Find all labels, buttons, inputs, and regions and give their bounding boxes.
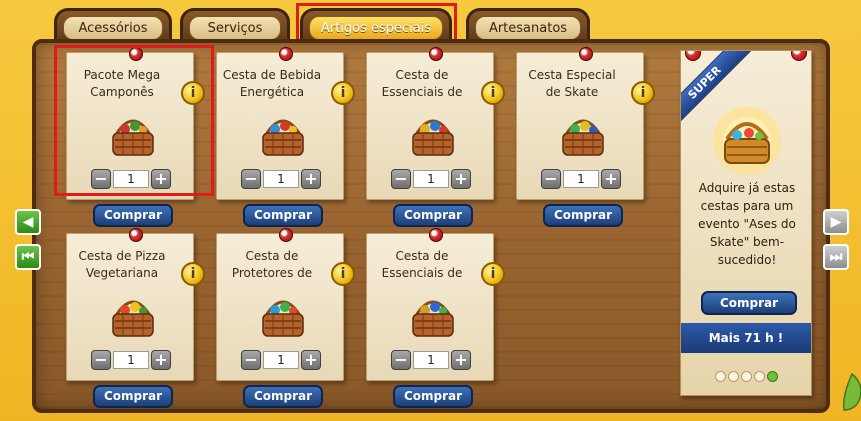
active-tab-highlight [296,3,457,43]
pagination-dot[interactable] [766,371,778,382]
increase-quantity-button[interactable]: + [601,169,621,189]
increase-quantity-button[interactable]: + [301,169,321,189]
info-icon[interactable]: i [331,81,355,105]
promo-description: Adquire já estas cestas para um evento "… [698,181,796,267]
basket-icon [562,119,604,156]
product-card: Cesta de Pizza Vegetariana i − 1 + Compr… [66,228,205,408]
next-page-button[interactable]: ▶ [823,209,849,235]
pin-icon [579,47,593,61]
quantity-field[interactable]: 1 [413,351,449,369]
decrease-quantity-button[interactable]: − [541,169,561,189]
pagination-dot[interactable] [714,371,726,382]
tab-label: Artesanatos [475,16,581,40]
info-icon[interactable]: i [181,262,205,286]
basket-icon [262,119,304,156]
decrease-quantity-button[interactable]: − [391,169,411,189]
decrease-quantity-button[interactable]: − [91,350,111,370]
product-title: Cesta de Protetores de Pul... [231,249,313,280]
first-page-button[interactable]: ⏮ [15,244,41,270]
buy-button[interactable]: Comprar [393,204,473,227]
quantity-field[interactable]: 1 [113,351,149,369]
quantity-field[interactable]: 1 [263,351,299,369]
info-icon[interactable]: i [331,262,355,286]
product-card: Cesta de Bebida Energética i − 1 + Compr… [216,47,355,227]
product-title: Cesta de Essenciais de Tar... [381,249,463,280]
quantity-stepper: − 1 + [241,350,321,370]
quantity-stepper: − 1 + [91,350,171,370]
buy-button[interactable]: Comprar [543,204,623,227]
product-title: Cesta de Essenciais de Ska... [381,68,463,99]
increase-quantity-button[interactable]: + [301,350,321,370]
product-title: Cesta de Bebida Energética [222,68,322,99]
quantity-field[interactable]: 1 [263,170,299,188]
tab-acessorios[interactable]: Acessórios [54,8,172,42]
decrease-quantity-button[interactable]: − [241,350,261,370]
prev-page-button[interactable]: ◀ [15,209,41,235]
tab-servicos[interactable]: Serviços [180,8,290,42]
promo-timer: Mais 71 h ! [681,323,811,353]
increase-quantity-button[interactable]: + [151,350,171,370]
info-icon[interactable]: i [481,262,505,286]
selected-product-highlight [54,45,214,196]
quantity-stepper: − 1 + [391,169,471,189]
quantity-field[interactable]: 1 [413,170,449,188]
tab-label: Serviços [189,16,281,40]
buy-button[interactable]: Comprar [243,204,323,227]
buy-button[interactable]: Comprar [93,385,173,408]
increase-quantity-button[interactable]: + [451,169,471,189]
promo-panel: SUPER Adquire já estas cestas para um ev… [680,50,812,396]
product-title: Cesta de Pizza Vegetariana [78,249,166,280]
pin-icon [279,47,293,61]
leaf-icon [842,372,861,411]
buy-button[interactable]: Comprar [393,385,473,408]
pagination-dot[interactable] [740,371,752,382]
last-page-button[interactable]: ⏭ [823,244,849,270]
pin-icon [791,51,807,61]
quantity-stepper: − 1 + [391,350,471,370]
product-card: Cesta de Protetores de Pul... i − 1 + Co… [216,228,355,408]
decrease-quantity-button[interactable]: − [241,169,261,189]
golden-basket-icon [713,107,781,175]
info-icon[interactable]: i [481,81,505,105]
product-title: Cesta Especial de Skate [528,68,616,99]
buy-button[interactable]: Comprar [93,204,173,227]
pin-icon [685,51,701,61]
pagination-dot[interactable] [753,371,765,382]
pin-icon [429,47,443,61]
increase-quantity-button[interactable]: + [451,350,471,370]
quantity-stepper: − 1 + [541,169,621,189]
pagination-dot[interactable] [727,371,739,382]
quantity-field[interactable]: 1 [563,170,599,188]
buy-button[interactable]: Comprar [243,385,323,408]
basket-icon [112,300,154,337]
promo-buy-button[interactable]: Comprar [701,291,797,315]
quantity-stepper: − 1 + [241,169,321,189]
product-card: Cesta de Essenciais de Ska... i − 1 + Co… [366,47,505,227]
basket-icon [412,300,454,337]
promo-pagination [681,367,811,386]
pin-icon [429,228,443,242]
pin-icon [129,228,143,242]
pin-icon [279,228,293,242]
basket-icon [412,119,454,156]
info-icon[interactable]: i [631,81,655,105]
tab-artesanatos[interactable]: Artesanatos [466,8,590,42]
product-card: Cesta Especial de Skate i − 1 + Comprar [516,47,655,227]
product-card: Cesta de Essenciais de Tar... i − 1 + Co… [366,228,505,408]
decrease-quantity-button[interactable]: − [391,350,411,370]
basket-icon [262,300,304,337]
tab-label: Acessórios [63,16,163,40]
